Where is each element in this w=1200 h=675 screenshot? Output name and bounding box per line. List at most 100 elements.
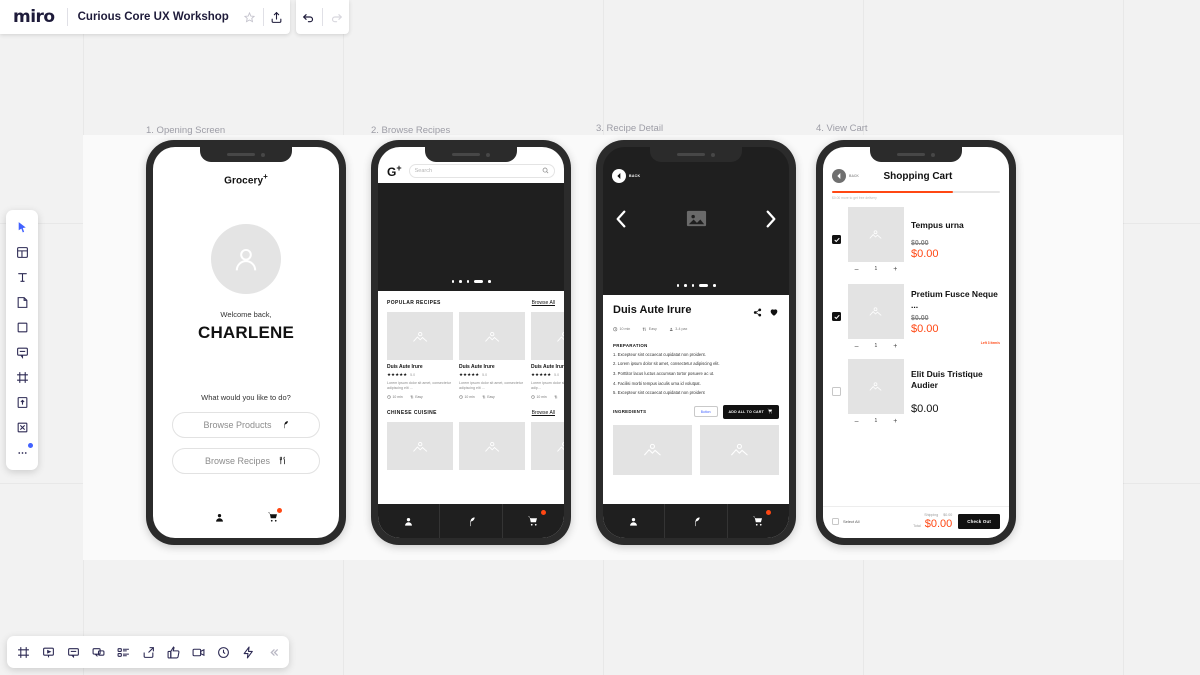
frame-label-3[interactable]: 3. Recipe Detail (596, 123, 663, 134)
comment-bubble-icon[interactable] (61, 639, 85, 665)
recipe-time-value: 10 min (392, 395, 403, 400)
recipe-time: 10 min (613, 327, 630, 332)
qty-decrease[interactable]: – (855, 418, 859, 425)
timer-icon[interactable] (211, 639, 235, 665)
nav-cart[interactable] (503, 504, 564, 538)
ingredient-thumbnail[interactable] (613, 424, 692, 475)
frame-label-4[interactable]: 4. View Cart (816, 123, 868, 134)
templates-tool[interactable] (9, 241, 35, 264)
add-all-to-cart-button[interactable]: ADD ALL TO CART (722, 404, 779, 419)
cart-item-row[interactable]: – 1 + Tempus urna $0.00 $0.00 (823, 200, 1009, 273)
browse-all-link[interactable]: Browse All (532, 300, 555, 306)
frame-tool[interactable] (9, 366, 35, 389)
shapes-tool[interactable] (9, 316, 35, 339)
search-input[interactable]: Search (408, 164, 555, 178)
carousel-dot[interactable] (713, 284, 716, 287)
browse-products-button[interactable]: Browse Products (172, 412, 320, 439)
comment-tool[interactable] (9, 341, 35, 364)
recipe-card[interactable]: Duis Aute Irure ★★★★★ 5.0 Lorem ipsum dol… (531, 312, 564, 399)
quantity-stepper[interactable]: – 1 + (848, 266, 904, 273)
carousel-dot[interactable] (459, 280, 462, 283)
browse-recipes-button[interactable]: Browse Recipes (172, 448, 320, 475)
nav-account[interactable] (378, 504, 441, 538)
hero-carousel[interactable] (378, 183, 564, 291)
chat-icon[interactable] (86, 639, 110, 665)
more-tools[interactable] (9, 441, 35, 464)
cart-badge (765, 510, 771, 515)
frame-label-1[interactable]: 1. Opening Screen (146, 125, 225, 136)
collapse-toolbar[interactable] (261, 639, 285, 665)
share-upload-icon[interactable] (264, 0, 290, 34)
phone-mockup-opening-screen[interactable]: Grocery+ Welcome back, CHARLENE What wou… (146, 140, 346, 545)
phone-mockup-browse-recipes[interactable]: G+ Search POPULAR RECIPES Browse All Dui… (371, 140, 571, 545)
select-all-checkbox[interactable] (832, 518, 839, 525)
sticky-note-tool[interactable] (9, 291, 35, 314)
share-icon[interactable] (753, 304, 762, 322)
cart-item-row[interactable]: – 1 + Elit Duis Tristique Audier $0.00 (823, 350, 1009, 425)
video-camera-icon[interactable] (186, 639, 210, 665)
carousel-dot[interactable] (466, 280, 469, 283)
redo-icon[interactable] (323, 0, 349, 34)
carousel-dot-active[interactable] (474, 280, 483, 283)
miro-logo[interactable]: miro (0, 7, 67, 27)
qty-increase[interactable]: + (893, 343, 897, 350)
carousel-dot[interactable] (676, 284, 679, 287)
lightning-icon[interactable] (236, 639, 260, 665)
recipe-card[interactable] (531, 422, 564, 471)
cart-item-row[interactable]: – 1 + Pretium Fusce Neque ... $0.00 $0.0… (823, 273, 1009, 350)
back-button[interactable]: BACK (612, 169, 640, 183)
select-tool[interactable] (9, 216, 35, 239)
secondary-button[interactable]: Button (693, 406, 718, 418)
share-arrow-icon[interactable] (136, 639, 160, 665)
star-icon[interactable] (237, 0, 263, 34)
recipe-card[interactable] (387, 422, 453, 471)
carousel-dot[interactable] (684, 284, 687, 287)
carousel-dot[interactable] (488, 280, 491, 283)
frame-label-2[interactable]: 2. Browse Recipes (371, 125, 450, 136)
nav-account[interactable] (214, 510, 225, 528)
totals-block: Shipping $0.00 Total $0.00 (865, 513, 952, 530)
item-checkbox[interactable] (832, 235, 841, 244)
search-icon[interactable] (542, 167, 549, 176)
item-checkbox[interactable] (832, 312, 841, 321)
carousel-dot-active[interactable] (699, 284, 708, 287)
thumbs-up-icon[interactable] (161, 639, 185, 665)
back-button[interactable]: BACK (832, 169, 859, 183)
recipe-card[interactable]: Duis Aute Irure ★★★★★ 5.0 Lorem ipsum dol… (459, 312, 525, 399)
phone-mockup-view-cart[interactable]: BACK Shopping Cart $0.00 more to get fre… (816, 140, 1016, 545)
phone-mockup-recipe-detail[interactable]: BACK Duis Aute Irure 10 min Easy 3-4 pax… (596, 140, 796, 545)
heart-icon[interactable] (769, 304, 779, 322)
recipe-card[interactable] (459, 422, 525, 471)
qty-decrease[interactable]: – (855, 343, 859, 350)
quantity-stepper[interactable]: – 1 + (848, 418, 904, 425)
ingredient-thumbnail[interactable] (700, 424, 779, 475)
text-tool[interactable] (9, 266, 35, 289)
qty-increase[interactable]: + (893, 418, 897, 425)
carousel-dot[interactable] (451, 280, 454, 283)
nav-cart[interactable] (728, 504, 789, 538)
undo-icon[interactable] (296, 0, 322, 34)
chevron-right-icon[interactable] (763, 208, 779, 235)
qty-increase[interactable]: + (893, 266, 897, 273)
apps-tool[interactable] (9, 416, 35, 439)
presentation-icon[interactable] (36, 639, 60, 665)
recipe-time: 10 min (531, 395, 547, 399)
nav-products[interactable] (665, 504, 728, 538)
checkout-button[interactable]: Check Out (958, 514, 1000, 529)
nav-account[interactable] (603, 504, 666, 538)
board-title[interactable]: Curious Core UX Workshop (68, 11, 237, 23)
recipe-title: Duis Aute Irure (613, 304, 692, 316)
upload-tool[interactable] (9, 391, 35, 414)
carousel-dot[interactable] (691, 284, 694, 287)
select-all-control[interactable]: Select All (832, 518, 859, 525)
qty-decrease[interactable]: – (855, 266, 859, 273)
nav-cart[interactable] (267, 508, 282, 528)
frames-icon[interactable] (11, 639, 35, 665)
cards-icon[interactable] (111, 639, 135, 665)
browse-all-link[interactable]: Browse All (532, 410, 555, 416)
chevron-left-icon[interactable] (613, 208, 629, 235)
nav-products[interactable] (440, 504, 503, 538)
quantity-stepper[interactable]: – 1 + (848, 343, 904, 350)
item-checkbox[interactable] (832, 387, 841, 396)
recipe-card[interactable]: Duis Aute Irure ★★★★★ 5.0 Lorem ipsum dol… (387, 312, 453, 399)
